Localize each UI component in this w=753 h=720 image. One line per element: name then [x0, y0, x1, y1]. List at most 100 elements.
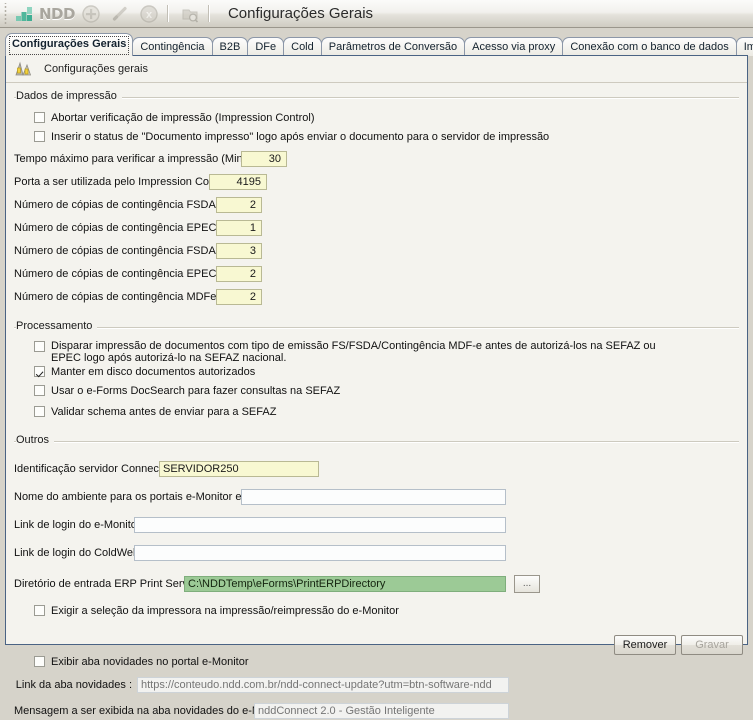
tab-label: Configurações Gerais [12, 38, 127, 50]
tab-contingencia[interactable]: Contingência [132, 37, 213, 56]
copias-fsda-nfe-input[interactable] [216, 196, 262, 213]
tab-parametros-de-conversao[interactable]: Parâmetros de Conversão [320, 37, 466, 56]
remover-button[interactable]: Remover [614, 635, 676, 655]
svg-text:x: x [146, 9, 153, 21]
checkbox-row-abortar-verificacao[interactable]: Abortar verificação de impressão (Impres… [34, 109, 739, 126]
tab-strip: Configurações Gerais Contingência B2B DF… [5, 33, 753, 56]
checkbox-row-inserir-status[interactable]: Inserir o status de "Documento impresso"… [34, 128, 739, 145]
usar-docsearch-label: Usar o e-Forms DocSearch para fazer cons… [51, 384, 341, 397]
link-emonitor-input[interactable] [134, 516, 506, 533]
gravar-button: Gravar [681, 635, 743, 655]
usar-docsearch-checkbox[interactable] [34, 385, 45, 396]
settings-gears-icon [15, 61, 32, 76]
tab-page-configuracoes-gerais: Configurações gerais Dados de impressão … [5, 55, 748, 719]
diretorio-erp-label: Diretório de entrada ERP Print Service: [14, 577, 206, 590]
group-title: Dados de impressão [16, 90, 122, 102]
inserir-status-label: Inserir o status de "Documento impresso"… [51, 130, 550, 143]
field-row-link-coldweb: Link de login do ColdWeb: [14, 543, 739, 562]
nome-ambiente-label: Nome do ambiente para os portais e-Monit… [14, 490, 280, 503]
validar-schema-label: Validar schema antes de enviar para a SE… [51, 405, 277, 418]
tab-dfe[interactable]: DFe [247, 37, 285, 56]
field-row-copias-epec-nfe: Número de cópias de contingência EPEC NF… [14, 218, 739, 237]
validar-schema-checkbox[interactable] [34, 406, 45, 417]
copias-epec-cte-label: Número de cópias de contingência EPEC CT… [14, 267, 243, 280]
tab-configuracoes-gerais[interactable]: Configurações Gerais [5, 33, 134, 56]
link-novidades-label: Link da aba novidades : [15, 678, 132, 691]
copias-mdfe-label: Número de cópias de contingência MDFe: [14, 290, 220, 303]
porta-label: Porta a ser utilizada pelo Impression Co… [14, 175, 234, 188]
tab-label: Contingência [140, 41, 205, 53]
manter-em-disco-label: Manter em disco documentos autorizados [51, 365, 256, 378]
field-row-copias-fsda-nfe: Número de cópias de contingência FSDA NF… [14, 195, 739, 214]
group-title: Outros [16, 434, 55, 446]
footer-bar: Remover Gravar [0, 635, 753, 664]
diretorio-erp-input[interactable] [184, 575, 506, 592]
tab-conexao-com-o-banco-de-dados[interactable]: Conexão com o banco de dados [562, 37, 737, 56]
top-toolbar: NDD x Configurações Gerais [0, 0, 753, 28]
checkbox-row-usar-docsearch[interactable]: Usar o e-Forms DocSearch para fazer cons… [34, 382, 739, 399]
ndd-logo: NDD [16, 5, 75, 23]
copias-mdfe-input[interactable] [216, 288, 262, 305]
copias-fsda-cte-input[interactable] [216, 242, 262, 259]
tab-label: Conexão com o banco de dados [570, 41, 729, 53]
tab-label: DFe [255, 41, 277, 53]
field-row-copias-fsda-cte: Número de cópias de contingência FSDA CT… [14, 241, 739, 260]
checkbox-row-validar-schema[interactable]: Validar schema antes de enviar para a SE… [34, 403, 739, 420]
checkbox-row-disparar-impressao[interactable]: Disparar impressão de documentos com tip… [34, 340, 739, 364]
manter-em-disco-checkbox[interactable] [34, 366, 45, 377]
field-row-nome-ambiente: Nome do ambiente para os portais e-Monit… [14, 487, 739, 506]
group-divider [14, 441, 739, 443]
mensagem-novidades-label: Mensagem a ser exibida na aba novidades … [14, 704, 292, 717]
group-dados-de-impressao: Dados de impressão Abortar verificação d… [14, 90, 739, 312]
tab-acesso-via-proxy[interactable]: Acesso via proxy [464, 37, 564, 56]
tempo-maximo-label: Tempo máximo para verificar a impressão … [14, 152, 271, 165]
mensagem-novidades-input [254, 702, 509, 719]
identificacao-connector-input[interactable] [159, 460, 319, 477]
disparar-impressao-label: Disparar impressão de documentos com tip… [51, 340, 656, 364]
porta-input[interactable] [209, 173, 267, 190]
ndd-logo-bars-icon [16, 7, 32, 21]
group-outros: Outros Identificação servidor Connector:… [14, 434, 739, 720]
search-document-icon[interactable] [177, 1, 203, 27]
tab-label: Cold [291, 41, 314, 53]
link-novidades-input [137, 676, 509, 693]
nome-ambiente-input[interactable] [241, 488, 506, 505]
field-row-diretorio-erp: Diretório de entrada ERP Print Service: … [14, 574, 739, 593]
tab-impressao[interactable]: Impressão [735, 37, 753, 56]
ndd-logo-text: NDD [39, 4, 75, 23]
copias-epec-cte-input[interactable] [216, 265, 262, 282]
copias-epec-nfe-input[interactable] [216, 219, 262, 236]
exigir-impressora-checkbox[interactable] [34, 605, 45, 616]
diretorio-browse-button[interactable]: ... [514, 574, 540, 593]
field-row-identificacao-connector: Identificação servidor Connector: [14, 459, 739, 478]
field-row-porta: Porta a ser utilizada pelo Impression Co… [14, 172, 739, 191]
tempo-maximo-input[interactable] [241, 150, 287, 167]
edit-pencil-icon[interactable] [107, 1, 133, 27]
field-row-tempo-maximo: Tempo máximo para verificar a impressão … [14, 149, 739, 168]
copias-fsda-cte-label: Número de cópias de contingência FSDA CT… [14, 244, 241, 257]
delete-circle-icon[interactable]: x [136, 1, 162, 27]
abortar-verificacao-label: Abortar verificação de impressão (Impres… [51, 111, 315, 124]
inserir-status-checkbox[interactable] [34, 131, 45, 142]
tab-b2b[interactable]: B2B [211, 37, 249, 56]
checkbox-row-manter-em-disco[interactable]: Manter em disco documentos autorizados [34, 363, 739, 380]
field-row-link-novidades: Link da aba novidades : [14, 675, 739, 694]
settings-form: Dados de impressão Abortar verificação d… [6, 83, 747, 720]
group-title: Processamento [16, 320, 98, 332]
tab-label: Impressão [743, 41, 753, 53]
toolbar-drag-handle[interactable] [2, 2, 9, 25]
checkbox-row-exigir-impressora[interactable]: Exigir a seleção da impressora na impres… [34, 602, 739, 619]
tab-cold[interactable]: Cold [283, 37, 322, 56]
toolbar-separator-1 [166, 5, 169, 22]
tab-label: B2B [219, 41, 241, 53]
add-icon[interactable] [78, 1, 104, 27]
field-row-copias-mdfe: Número de cópias de contingência MDFe: [14, 287, 739, 306]
disparar-impressao-checkbox[interactable] [34, 341, 45, 352]
page-title: Configurações gerais [44, 63, 148, 75]
group-processamento: Processamento Disparar impressão de docu… [14, 320, 739, 426]
abortar-verificacao-checkbox[interactable] [34, 112, 45, 123]
link-coldweb-input[interactable] [134, 544, 506, 561]
tab-label: Parâmetros de Conversão [328, 41, 458, 53]
toolbar-separator-2 [207, 5, 210, 22]
identificacao-connector-label: Identificação servidor Connector: [14, 462, 175, 475]
